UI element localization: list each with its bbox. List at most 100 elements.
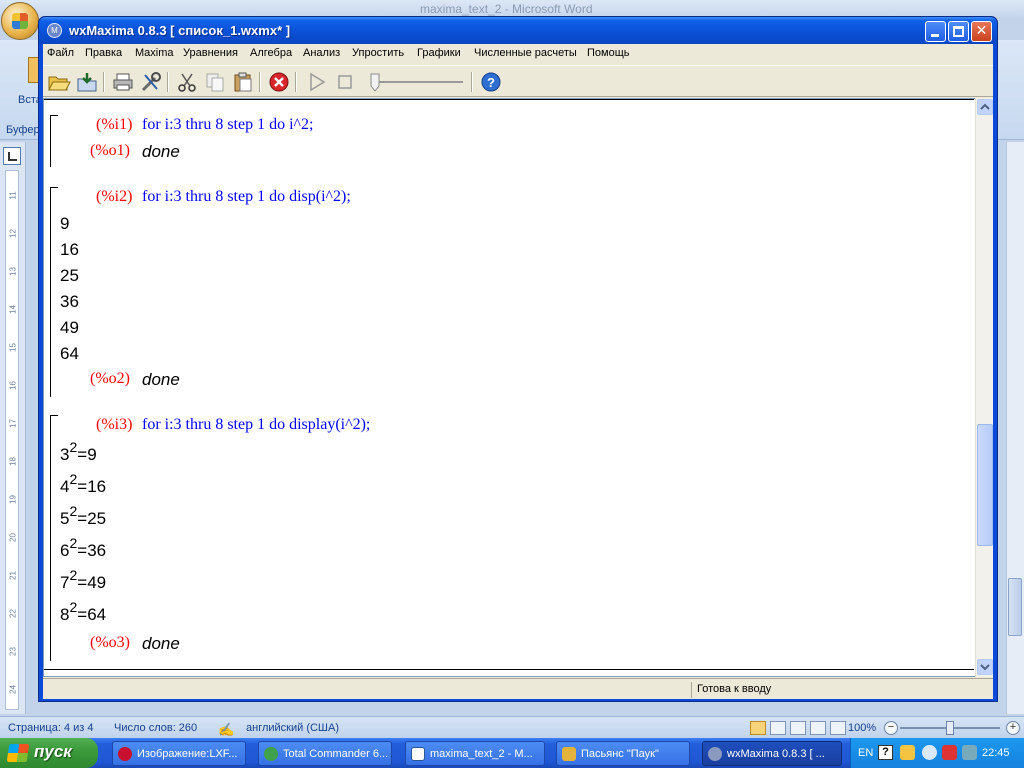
scroll-up-button[interactable]	[977, 99, 993, 115]
wxmaxima-task-icon	[708, 747, 722, 761]
task-label: Total Commander 6...	[283, 748, 389, 760]
output-line: 36	[60, 292, 79, 311]
cut-icon[interactable]	[175, 71, 199, 93]
menu-file[interactable]: Файл	[47, 47, 74, 59]
task-spider-solitaire[interactable]: Пасьянс "Паук"	[556, 741, 690, 766]
output-label: (%o2)	[90, 370, 130, 387]
worksheet[interactable]: (%i1) for i:3 thru 8 step 1 do i^2; (%o1…	[43, 98, 993, 677]
word-doc-icon	[411, 747, 425, 761]
menu-calculus[interactable]: Анализ	[303, 47, 340, 59]
zoom-in-icon[interactable]: +	[1006, 721, 1020, 735]
play-animation-icon[interactable]	[305, 71, 329, 93]
menu-equations[interactable]: Уравнения	[183, 47, 238, 59]
window-title: wxMaxima 0.8.3 [ список_1.wxmx* ]	[69, 23, 291, 38]
task-label: Пасьянс "Паук"	[581, 748, 659, 760]
page-count[interactable]: Страница: 4 из 4	[8, 722, 94, 734]
output-label: (%o1)	[90, 142, 130, 159]
outline-view-icon[interactable]	[810, 721, 826, 735]
toolbar-separator	[259, 72, 261, 92]
output-line: 9	[60, 214, 70, 233]
ruler-number: 17	[8, 419, 18, 428]
input-code[interactable]: for i:3 thru 8 step 1 do display(i^2);	[142, 416, 370, 434]
wxmaxima-titlebar[interactable]: M wxMaxima 0.8.3 [ список_1.wxmx* ] ✕	[39, 17, 997, 44]
tab-selector-icon[interactable]	[3, 147, 21, 165]
office-button[interactable]	[1, 2, 39, 40]
zoom-level[interactable]: 100%	[848, 722, 876, 734]
cell-bracket[interactable]	[50, 415, 58, 661]
status-separator	[691, 682, 692, 698]
interrupt-icon[interactable]	[267, 71, 291, 93]
spider-solitaire-icon	[562, 747, 576, 761]
task-wxmaxima[interactable]: wxMaxima 0.8.3 [ ...	[702, 741, 842, 766]
word-scrollbar-thumb[interactable]	[1008, 578, 1022, 636]
menu-maxima[interactable]: Maxima	[135, 47, 174, 59]
network-icon[interactable]	[962, 745, 977, 760]
output-result: done	[142, 634, 180, 653]
input-code[interactable]: for i:3 thru 8 step 1 do i^2;	[142, 116, 314, 134]
menu-algebra[interactable]: Алгебра	[250, 47, 292, 59]
scroll-down-button[interactable]	[977, 659, 993, 675]
minimize-icon	[931, 34, 939, 37]
output-result: done	[142, 370, 180, 389]
configure-icon[interactable]	[139, 71, 163, 93]
web-view-icon[interactable]	[790, 721, 806, 735]
scrollbar-thumb[interactable]	[977, 424, 993, 546]
ruler-number: 19	[8, 495, 18, 504]
print-layout-view-icon[interactable]	[750, 721, 766, 735]
tray-app-icon[interactable]	[900, 745, 915, 760]
help-tray-icon[interactable]: ?	[878, 745, 893, 760]
help-icon[interactable]: ?	[479, 71, 503, 93]
tray-antivirus-icon[interactable]	[942, 745, 957, 760]
output-line: 64	[60, 344, 79, 363]
word-count[interactable]: Число слов: 260	[114, 722, 197, 734]
maximize-button[interactable]	[948, 21, 969, 42]
menu-edit[interactable]: Правка	[85, 47, 122, 59]
stop-animation-icon[interactable]	[333, 71, 357, 93]
start-button[interactable]: пуск	[0, 738, 98, 768]
zoom-slider-thumb[interactable]	[946, 721, 954, 735]
ruler-number: 11	[8, 191, 18, 200]
ruler-number: 20	[8, 533, 18, 542]
task-label: maxima_text_2 - M...	[430, 748, 533, 760]
input-code[interactable]: for i:3 thru 8 step 1 do disp(i^2);	[142, 188, 351, 206]
cell-bracket[interactable]	[50, 187, 58, 397]
task-total-commander[interactable]: Total Commander 6...	[258, 741, 392, 766]
language-status[interactable]: английский (США)	[246, 722, 339, 734]
tray-expand-icon[interactable]	[922, 745, 937, 760]
task-word[interactable]: maxima_text_2 - M...	[405, 741, 545, 766]
menu-simplify[interactable]: Упростить	[352, 47, 404, 59]
print-icon[interactable]	[111, 71, 135, 93]
toolbar-separator	[167, 72, 169, 92]
close-icon: ✕	[975, 23, 988, 39]
spellcheck-icon[interactable]: ✍	[218, 722, 234, 738]
zoom-out-icon[interactable]: −	[884, 721, 898, 735]
word-title: maxima_text_2 - Microsoft Word	[420, 2, 593, 16]
menu-help[interactable]: Помощь	[587, 47, 630, 59]
input-label: (%i3)	[96, 416, 133, 433]
clock[interactable]: 22:45	[982, 747, 1010, 759]
paste-icon[interactable]	[231, 71, 255, 93]
cell-insertion-line[interactable]	[44, 669, 974, 670]
cell-bracket[interactable]	[50, 115, 58, 167]
wxmaxima-app-icon[interactable]: M	[47, 23, 62, 38]
menu-numeric[interactable]: Численные расчеты	[474, 47, 577, 59]
open-icon[interactable]	[47, 71, 71, 93]
task-opera[interactable]: Изображение:LXF...	[112, 741, 246, 766]
worksheet-top-line	[44, 99, 974, 100]
save-icon[interactable]	[75, 71, 99, 93]
minimize-button[interactable]	[925, 21, 946, 42]
ruler-number: 12	[8, 229, 18, 238]
output-power: 32=9	[60, 439, 97, 464]
toolbar-separator	[103, 72, 105, 92]
animation-slider[interactable]	[367, 71, 467, 93]
worksheet-vertical-scrollbar[interactable]	[975, 98, 993, 677]
close-button[interactable]: ✕	[971, 21, 992, 42]
menu-plotting[interactable]: Графики	[417, 47, 461, 59]
output-line: 16	[60, 240, 79, 259]
output-label: (%o3)	[90, 634, 130, 651]
input-language[interactable]: EN	[858, 747, 873, 759]
draft-view-icon[interactable]	[830, 721, 846, 735]
copy-icon[interactable]	[203, 71, 227, 93]
output-power: 62=36	[60, 535, 107, 560]
full-screen-view-icon[interactable]	[770, 721, 786, 735]
